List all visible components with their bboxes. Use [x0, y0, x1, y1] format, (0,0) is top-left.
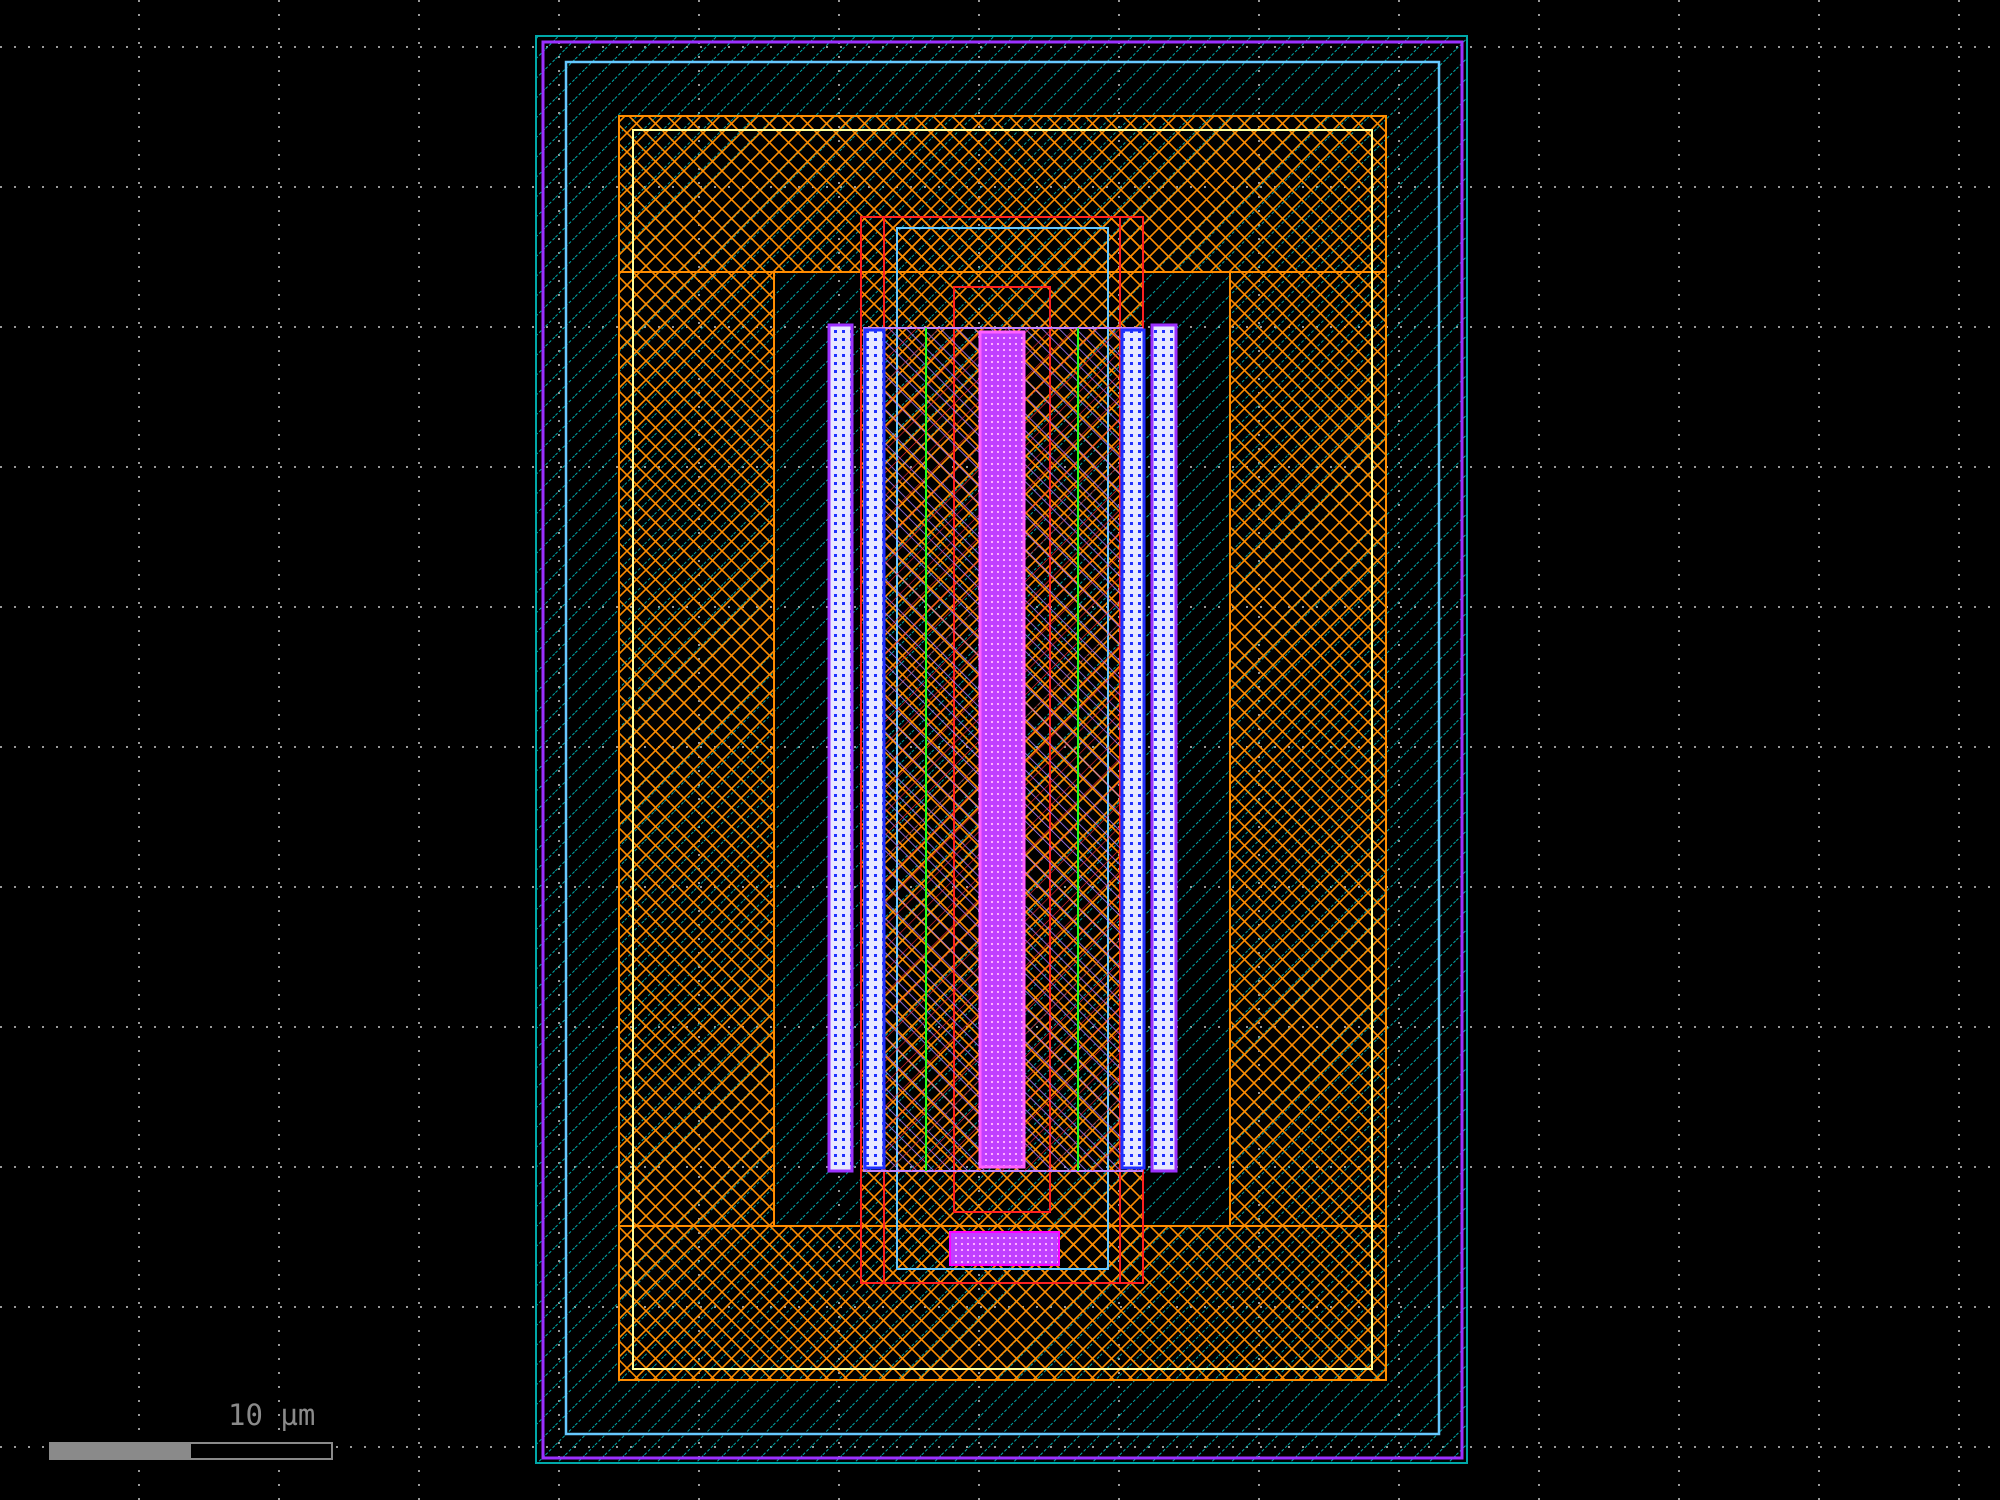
center-via-strip — [980, 332, 1024, 1167]
scale-bar — [50, 1443, 332, 1459]
scale-bar-label: 10 µm — [228, 1398, 315, 1432]
layout-viewport[interactable]: 10 µm — [0, 0, 2000, 1500]
gate-contact-pad — [950, 1232, 1059, 1265]
layout-canvas[interactable] — [0, 0, 2000, 1500]
